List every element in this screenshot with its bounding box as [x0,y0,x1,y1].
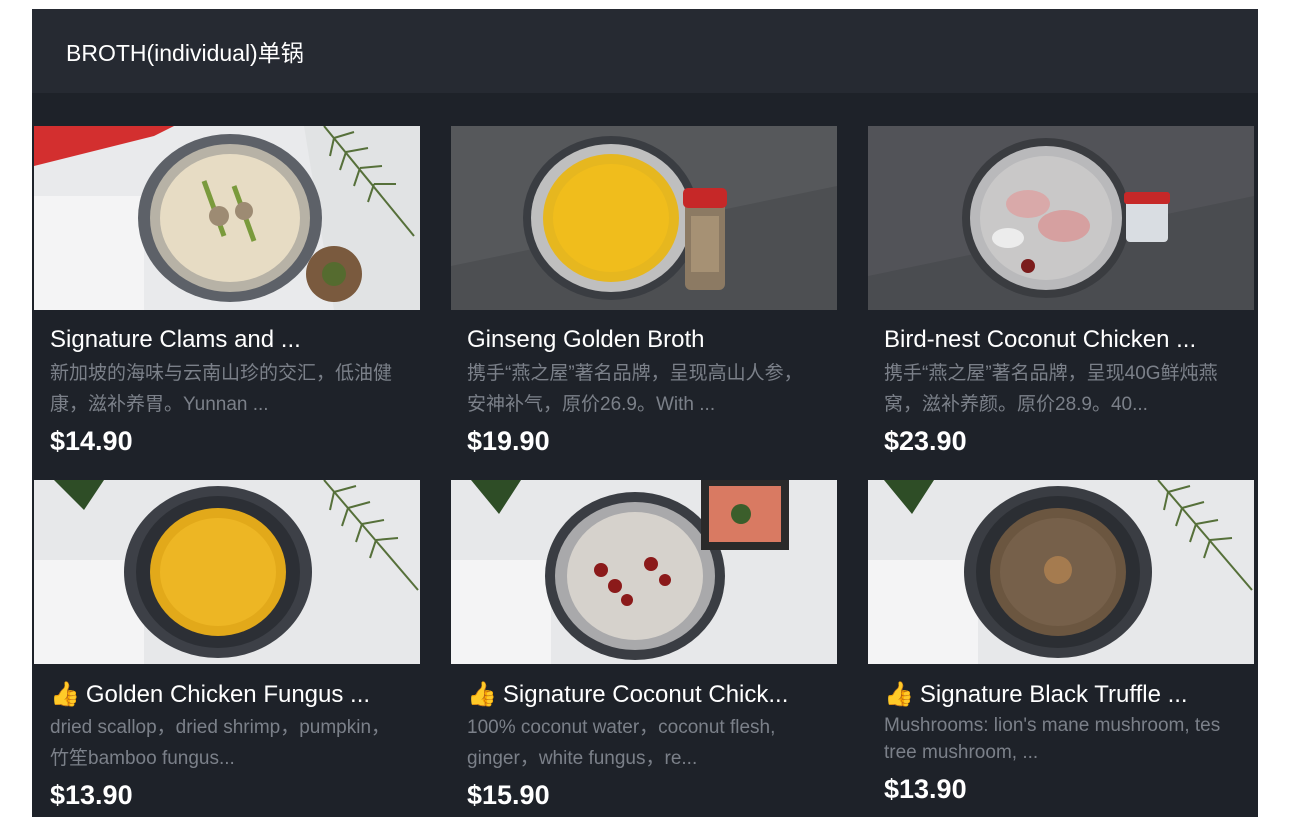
product-title: Ginseng Golden Broth [467,326,705,353]
promo-corner-badge [34,126,174,166]
product-image[interactable] [451,480,837,664]
product-title: 👍 Golden Chicken Fungus ... [50,681,371,708]
product-price: $13.90 [884,774,967,804]
product-title: 👍 Signature Coconut Chick... [467,681,789,708]
product-price: $13.90 [50,780,133,810]
thumbs-up-icon: 👍 [884,681,914,708]
product-card[interactable]: Bird-nest Coconut Chicken ... 携手“燕之屋”著名品… [868,126,1254,457]
product-card[interactable]: 👍 Signature Black Truffle ... Mushrooms: … [868,480,1254,805]
product-title: Signature Clams and ... [50,326,301,353]
product-description: 新加坡的海味与云南山珍的交汇，低油健康，滋补养胃。Yunnan ... [50,363,393,415]
product-price: $14.90 [50,426,133,456]
product-title: Bird-nest Coconut Chicken ... [884,326,1197,353]
thumbs-up-icon: 👍 [50,681,80,708]
product-description: dried scallop，dried shrimp，pumpkin，竹笙bam… [50,717,391,769]
product-image[interactable] [868,126,1254,310]
product-price: $23.90 [884,426,967,456]
product-title: 👍 Signature Black Truffle ... [884,681,1188,708]
product-card[interactable]: 👍 Signature Coconut Chick... 100% coconut… [451,480,837,811]
product-description: 携手“燕之屋”著名品牌，呈现高山人参，安神补气，原价26.9。With ... [467,363,803,415]
thumbs-up-icon: 👍 [467,681,497,708]
product-image[interactable] [34,480,420,664]
product-image[interactable] [868,480,1254,664]
product-image[interactable] [34,126,420,310]
product-price: $19.90 [467,426,550,456]
product-image[interactable] [451,126,837,310]
section-title: BROTH(individual)单锅 [66,40,304,66]
product-description: 携手“燕之屋”著名品牌，呈现40G鲜炖燕窝，滋补养颜。原价28.9。40... [884,363,1218,415]
product-price: $15.90 [467,780,550,810]
product-card[interactable]: 👍 Golden Chicken Fungus ... dried scallop… [34,480,420,811]
section-header: BROTH(individual)单锅 [32,9,1258,93]
menu-screen: BROTH(individual)单锅 Signature Clams and … [32,9,1258,817]
product-card[interactable]: Ginseng Golden Broth 携手“燕之屋”著名品牌，呈现高山人参，… [451,126,837,457]
product-description: 100% coconut water，coconut flesh, ginger… [467,717,776,769]
product-card[interactable]: Signature Clams and ... 新加坡的海味与云南山珍的交汇，低… [34,126,420,457]
product-description: Mushrooms: lion's mane mushroom, tes tre… [884,715,1221,763]
